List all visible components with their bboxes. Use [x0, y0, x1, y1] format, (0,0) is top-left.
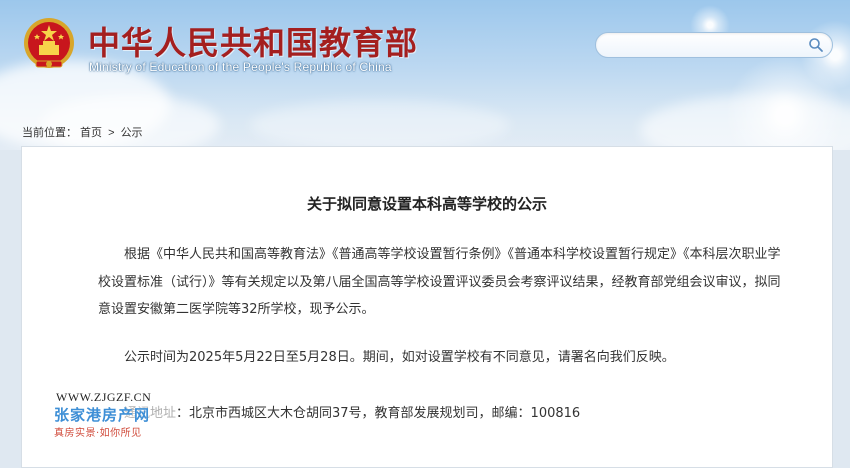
watermark: WWW.ZJGZF.CN 张家港房产网 真房实景·如你所见	[48, 388, 178, 440]
cloud-decoration	[250, 100, 510, 150]
watermark-slogan: 真房实景·如你所见	[54, 428, 142, 439]
cloud-decoration	[40, 95, 220, 150]
site-subtitle: Ministry of Education of the People's Re…	[89, 60, 392, 74]
article-paragraph: 根据《中华人民共和国高等教育法》《普通高等学校设置暂行条例》《普通本科学校设置暂…	[98, 247, 781, 317]
watermark-brand: 张家港房产网	[54, 406, 151, 424]
article-paragraph: 公示时间为2025年5月22日至5月28日。期间，如对设置学校有不同意见，请署名…	[124, 350, 675, 365]
search-icon[interactable]	[808, 37, 824, 53]
breadcrumb-separator: >	[108, 127, 115, 139]
watermark-url: WWW.ZJGZF.CN	[56, 390, 152, 404]
breadcrumb-item-notice[interactable]: 公示	[121, 127, 143, 139]
site-title[interactable]: 中华人民共和国教育部	[88, 18, 418, 64]
article-body: 根据《中华人民共和国高等教育法》《普通高等学校设置暂行条例》《普通本科学校设置暂…	[98, 241, 788, 421]
national-emblem-icon[interactable]	[22, 17, 76, 73]
article-title: 关于拟同意设置本科高等学校的公示	[306, 195, 547, 213]
search-input[interactable]	[608, 36, 802, 56]
search-box[interactable]	[595, 32, 833, 58]
breadcrumb-item-home[interactable]: 首页	[80, 127, 102, 139]
breadcrumb: 当前位置： 首页 > 公示	[22, 124, 146, 140]
article-paragraph: 通讯地址：北京市西城区大木仓胡同37号，教育部发展规划司，邮编：100816	[124, 406, 581, 421]
breadcrumb-prefix: 当前位置：	[22, 127, 77, 139]
